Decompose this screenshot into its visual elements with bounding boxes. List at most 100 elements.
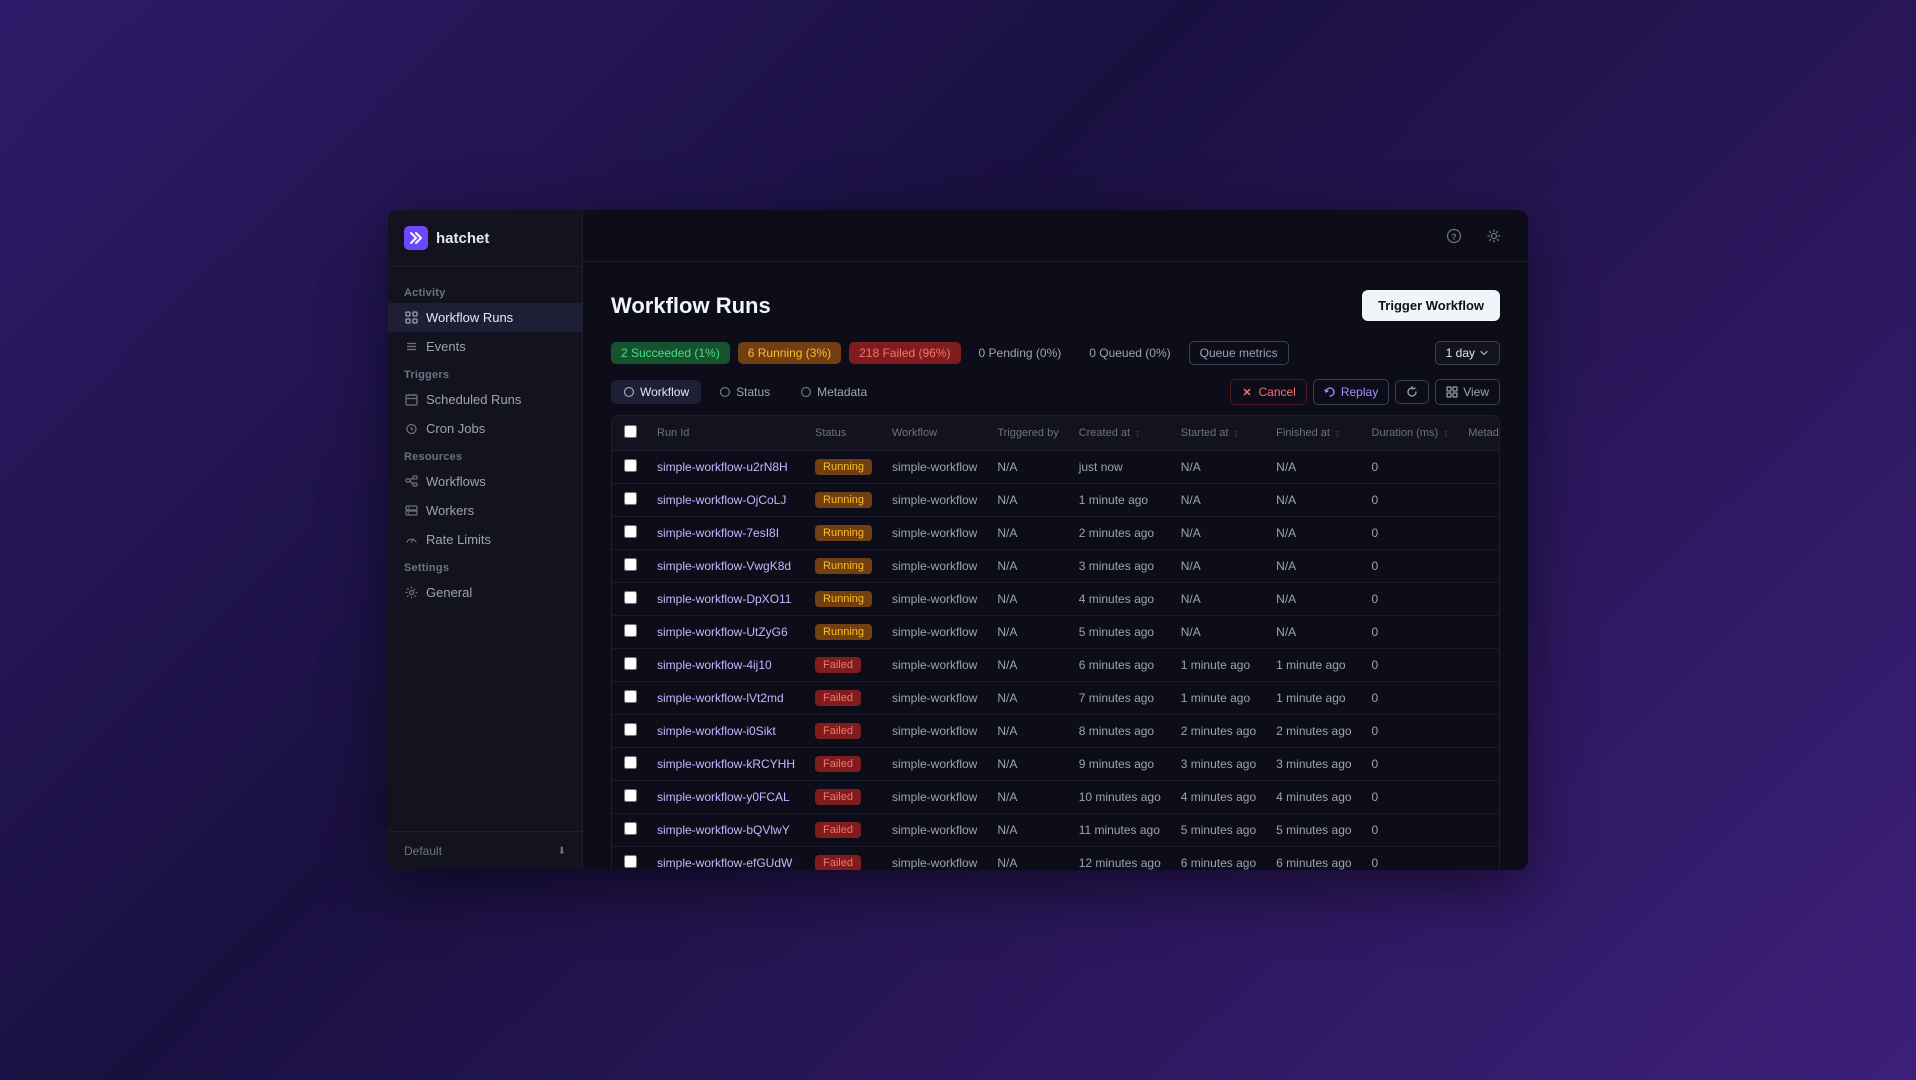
- col-created-at: Created at ↕: [1069, 416, 1171, 451]
- sidebar-item-events[interactable]: Events: [388, 332, 582, 361]
- status-cell: Running: [805, 616, 882, 649]
- queued-badge[interactable]: 0 Queued (0%): [1079, 342, 1180, 364]
- row-checkbox[interactable]: [624, 459, 637, 472]
- created-at-cell: 12 minutes ago: [1069, 847, 1171, 871]
- topbar: ?: [583, 210, 1528, 262]
- table-row[interactable]: simple-workflow-y0FCAL Failed simple-wor…: [612, 781, 1500, 814]
- table-row[interactable]: simple-workflow-UtZyG6 Running simple-wo…: [612, 616, 1500, 649]
- col-metadata: Metadata: [1458, 416, 1500, 451]
- created-at-cell: 3 minutes ago: [1069, 550, 1171, 583]
- created-at-cell: 11 minutes ago: [1069, 814, 1171, 847]
- started-at-cell: N/A: [1171, 583, 1266, 616]
- pending-badge[interactable]: 0 Pending (0%): [969, 342, 1072, 364]
- row-checkbox[interactable]: [624, 525, 637, 538]
- triggered-by-cell: N/A: [987, 715, 1068, 748]
- sidebar-item-cron-jobs[interactable]: Cron Jobs: [388, 414, 582, 443]
- trigger-workflow-button[interactable]: Trigger Workflow: [1362, 290, 1500, 321]
- metadata-cell: [1458, 451, 1500, 484]
- refresh-button[interactable]: [1395, 380, 1429, 404]
- sidebar-item-workers[interactable]: Workers: [388, 496, 582, 525]
- row-checkbox[interactable]: [624, 624, 637, 637]
- tab-workflow[interactable]: Workflow: [611, 380, 701, 404]
- sidebar-item-workflow-runs[interactable]: Workflow Runs: [388, 303, 582, 332]
- gear-icon[interactable]: [1480, 222, 1508, 250]
- succeeded-badge[interactable]: 2 Succeeded (1%): [611, 342, 730, 364]
- running-badge[interactable]: 6 Running (3%): [738, 342, 841, 364]
- run-id-cell: simple-workflow-i0Sikt: [647, 715, 805, 748]
- run-id-cell: simple-workflow-y0FCAL: [647, 781, 805, 814]
- run-id-cell: simple-workflow-u2rN8H: [647, 451, 805, 484]
- duration-cell: 0: [1362, 847, 1459, 871]
- replay-button[interactable]: Replay: [1313, 379, 1389, 405]
- filter-right: 1 day: [1435, 341, 1500, 365]
- run-id-cell: simple-workflow-efGUdW: [647, 847, 805, 871]
- created-at-cell: 9 minutes ago: [1069, 748, 1171, 781]
- workflow-cell: simple-workflow: [882, 748, 987, 781]
- metadata-cell: [1458, 814, 1500, 847]
- view-button[interactable]: View: [1435, 379, 1500, 405]
- workflow-cell: simple-workflow: [882, 550, 987, 583]
- duration-cell: 0: [1362, 682, 1459, 715]
- created-at-cell: 8 minutes ago: [1069, 715, 1171, 748]
- row-checkbox[interactable]: [624, 756, 637, 769]
- table-row[interactable]: simple-workflow-7esI8I Running simple-wo…: [612, 517, 1500, 550]
- failed-badge[interactable]: 218 Failed (96%): [849, 342, 960, 364]
- sidebar-footer: Default ⬇: [388, 831, 582, 870]
- grid-icon: [404, 311, 418, 325]
- table-row[interactable]: simple-workflow-DpXO11 Running simple-wo…: [612, 583, 1500, 616]
- duration-cell: 0: [1362, 814, 1459, 847]
- select-all-checkbox[interactable]: [624, 425, 637, 438]
- cancel-button[interactable]: Cancel: [1230, 379, 1306, 405]
- finished-at-cell: N/A: [1266, 484, 1361, 517]
- workflow-cell: simple-workflow: [882, 715, 987, 748]
- sidebar-label-cron-jobs: Cron Jobs: [426, 421, 485, 436]
- queue-metrics-button[interactable]: Queue metrics: [1189, 341, 1289, 365]
- gauge-icon: [404, 533, 418, 547]
- workflow-cell: simple-workflow: [882, 682, 987, 715]
- run-id-cell: simple-workflow-bQVlwY: [647, 814, 805, 847]
- row-checkbox[interactable]: [624, 492, 637, 505]
- sidebar-item-scheduled-runs[interactable]: Scheduled Runs: [388, 385, 582, 414]
- tab-metadata[interactable]: Metadata: [788, 380, 879, 404]
- row-checkbox[interactable]: [624, 789, 637, 802]
- status-cell: Failed: [805, 748, 882, 781]
- sidebar-item-rate-limits[interactable]: Rate Limits: [388, 525, 582, 554]
- status-cell: Failed: [805, 781, 882, 814]
- row-checkbox[interactable]: [624, 657, 637, 670]
- filter-row: 2 Succeeded (1%) 6 Running (3%) 218 Fail…: [611, 341, 1500, 365]
- triggered-by-cell: N/A: [987, 682, 1068, 715]
- row-checkbox[interactable]: [624, 591, 637, 604]
- table-row[interactable]: simple-workflow-i0Sikt Failed simple-wor…: [612, 715, 1500, 748]
- row-checkbox[interactable]: [624, 690, 637, 703]
- table-row[interactable]: simple-workflow-4ij10 Failed simple-work…: [612, 649, 1500, 682]
- table-row[interactable]: simple-workflow-bQVlwY Failed simple-wor…: [612, 814, 1500, 847]
- table-row[interactable]: simple-workflow-u2rN8H Running simple-wo…: [612, 451, 1500, 484]
- duration-cell: 0: [1362, 748, 1459, 781]
- row-checkbox[interactable]: [624, 558, 637, 571]
- finished-at-cell: 6 minutes ago: [1266, 847, 1361, 871]
- triggered-by-cell: N/A: [987, 748, 1068, 781]
- finished-at-cell: N/A: [1266, 583, 1361, 616]
- row-checkbox[interactable]: [624, 855, 637, 868]
- filter-left: 2 Succeeded (1%) 6 Running (3%) 218 Fail…: [611, 341, 1289, 365]
- table-row[interactable]: simple-workflow-efGUdW Failed simple-wor…: [612, 847, 1500, 871]
- duration-cell: 0: [1362, 649, 1459, 682]
- day-selector[interactable]: 1 day: [1435, 341, 1500, 365]
- workspace-label: Default: [404, 844, 442, 858]
- status-cell: Running: [805, 451, 882, 484]
- table-row[interactable]: simple-workflow-kRCYHH Failed simple-wor…: [612, 748, 1500, 781]
- sidebar-item-workflows[interactable]: Workflows: [388, 467, 582, 496]
- workflow-cell: simple-workflow: [882, 616, 987, 649]
- table-row[interactable]: simple-workflow-OjCoLJ Running simple-wo…: [612, 484, 1500, 517]
- sidebar-item-general[interactable]: General: [388, 578, 582, 607]
- tab-status[interactable]: Status: [707, 380, 782, 404]
- help-icon[interactable]: ?: [1440, 222, 1468, 250]
- sidebar-section-resources: Resources: [388, 443, 582, 467]
- col-started-at: Started at ↕: [1171, 416, 1266, 451]
- table-row[interactable]: simple-workflow-lVt2md Failed simple-wor…: [612, 682, 1500, 715]
- row-checkbox[interactable]: [624, 723, 637, 736]
- duration-cell: 0: [1362, 550, 1459, 583]
- table-row[interactable]: simple-workflow-VwgK8d Running simple-wo…: [612, 550, 1500, 583]
- finished-at-cell: 4 minutes ago: [1266, 781, 1361, 814]
- row-checkbox[interactable]: [624, 822, 637, 835]
